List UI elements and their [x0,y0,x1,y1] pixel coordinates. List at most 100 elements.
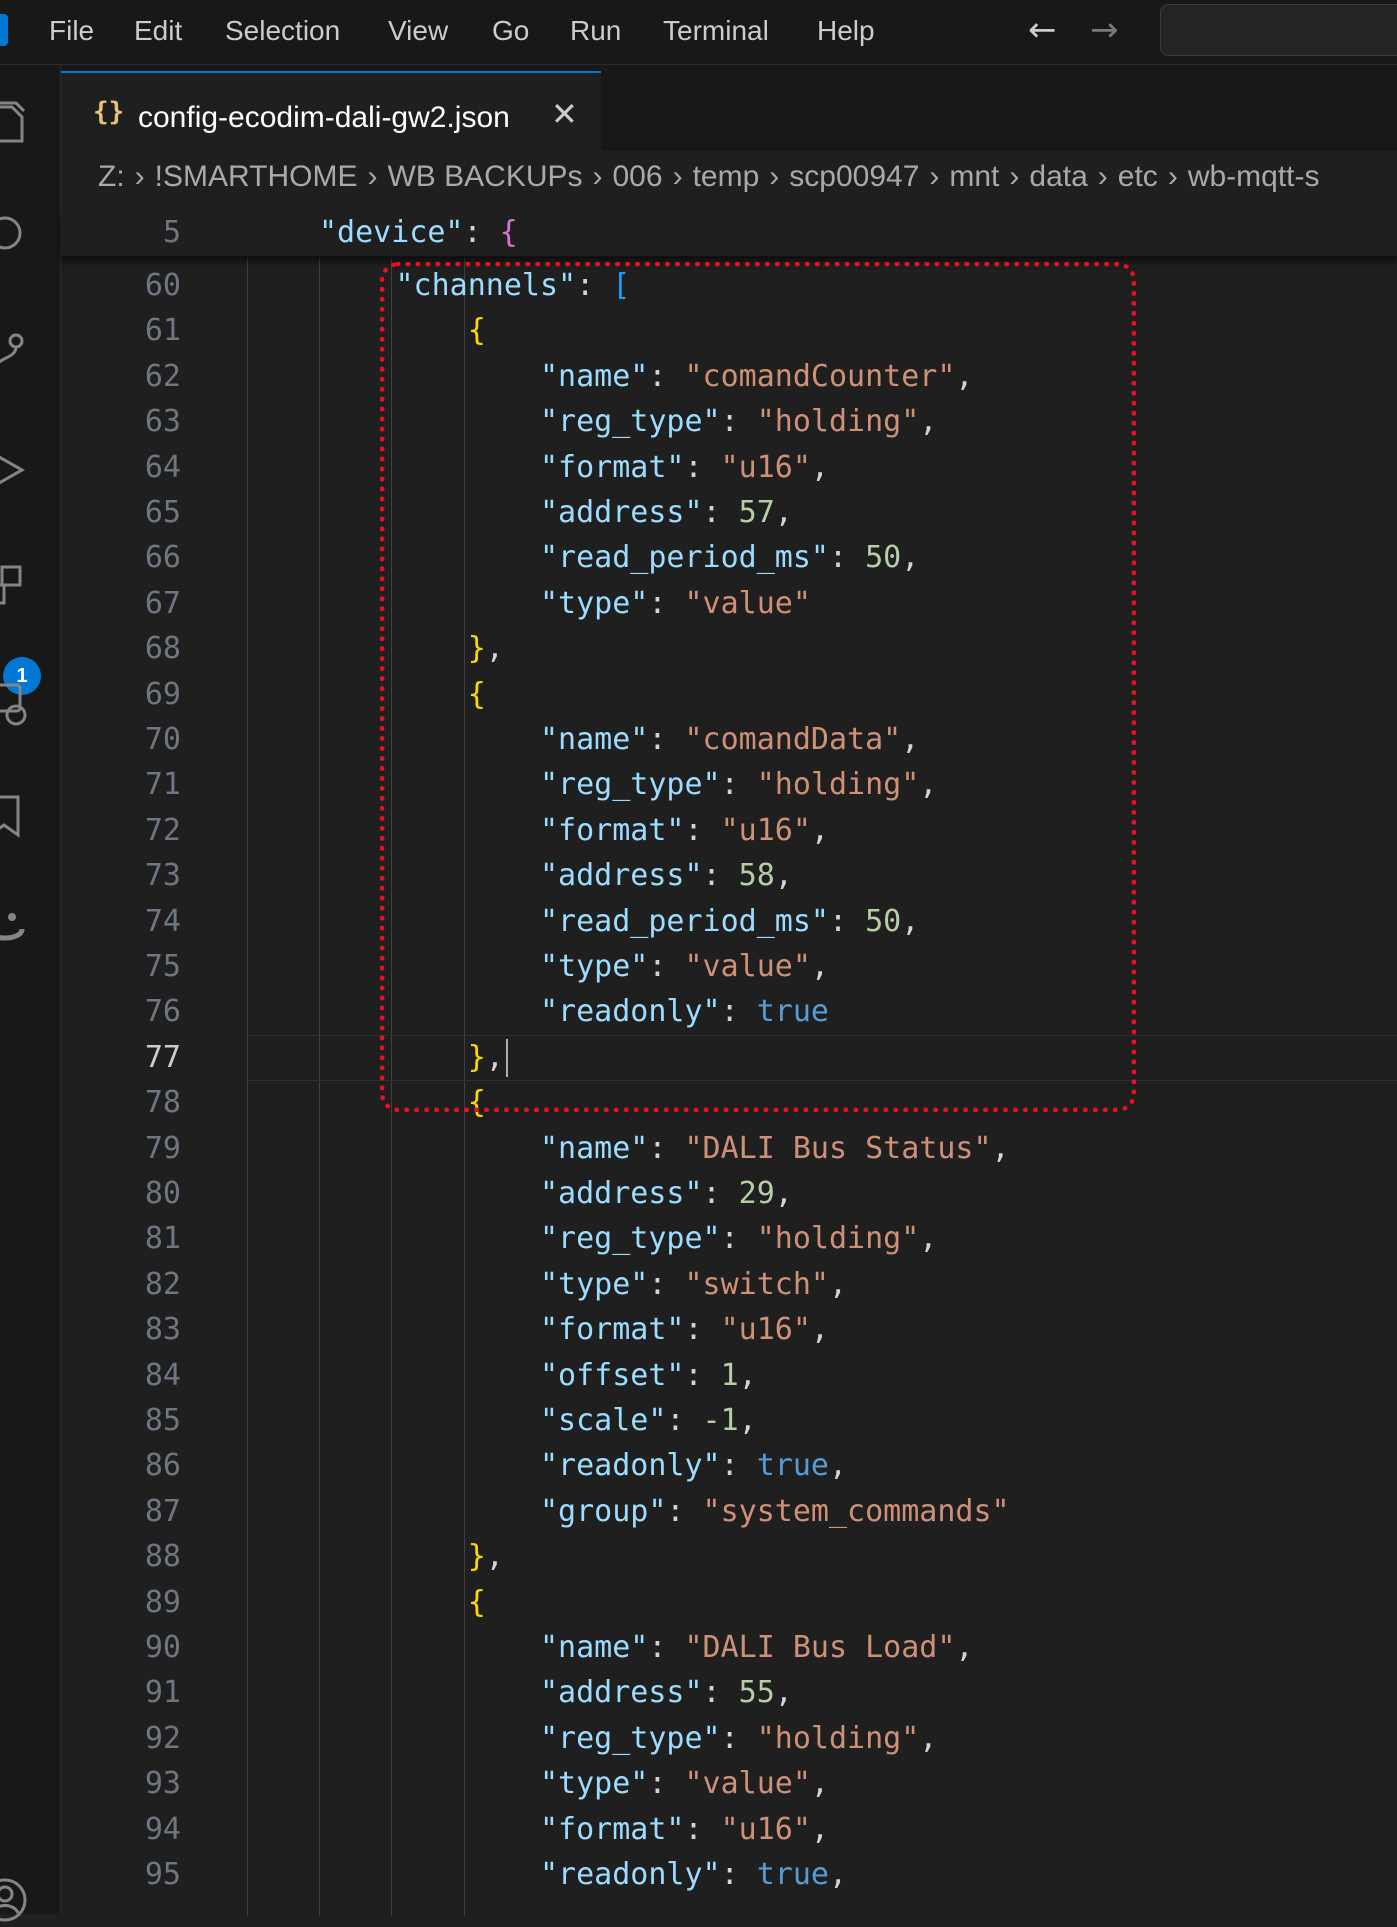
code-line[interactable]: 84 "offset": 1, [61,1353,1397,1399]
line-number: 69 [144,676,181,712]
line-number: 95 [144,1857,181,1892]
menu-file[interactable]: File [49,14,94,48]
source-control-icon[interactable] [0,329,28,375]
breadcrumb-item[interactable]: wb-mqtt-s [1188,160,1320,194]
explorer-icon[interactable] [0,101,28,147]
forward-arrow-icon[interactable]: → [1090,10,1119,50]
extensions-icon[interactable] [0,561,28,607]
line-number: 89 [144,1584,181,1620]
menu-run[interactable]: Run [570,14,621,48]
line-number: 67 [144,585,181,621]
line-number: 72 [144,812,181,848]
chevron-right-icon: › [1097,160,1108,193]
breadcrumb-item[interactable]: temp [693,160,760,194]
line-number: 93 [144,1766,181,1802]
line-code: "readonly": true, [539,1448,848,1484]
breadcrumb-item[interactable]: mnt [949,160,999,194]
code-line[interactable]: 87 "group": "system_commands" [61,1489,1397,1535]
menu-view[interactable]: View [388,14,448,48]
line-number: 85 [144,1403,181,1438]
line-number: 64 [144,449,181,485]
remote-explorer-icon[interactable] [0,681,28,727]
line-number: 78 [144,1085,181,1121]
line-number: 81 [144,1221,181,1257]
line-number: 63 [144,404,181,440]
close-icon[interactable]: ✕ [551,95,578,133]
search-icon[interactable] [0,213,28,259]
line-number: 87 [144,1493,181,1529]
line-code: "address": 55, [539,1675,793,1711]
code-line[interactable]: 94 "format": "u16", [61,1807,1397,1853]
code-line[interactable]: 81 "reg_type": "holding", [61,1216,1397,1262]
code-line[interactable]: 86 "readonly": true, [61,1443,1397,1489]
line-number: 82 [144,1266,181,1302]
line-code: "reg_type": "holding", [539,1221,938,1257]
line-number: 84 [144,1357,181,1393]
menu-terminal[interactable]: Terminal [663,14,769,48]
code-line[interactable]: 91 "address": 55, [61,1670,1397,1716]
breadcrumb-item[interactable]: 006 [613,160,663,194]
line-number: 90 [144,1630,181,1665]
line-code: }, [467,1539,504,1575]
code-line[interactable]: 79 "name": "DALI Bus Status", [61,1126,1397,1172]
json-file-icon: {} [93,97,125,127]
code-line[interactable]: 95 "readonly": true, [61,1852,1397,1898]
breadcrumb-item[interactable]: etc [1118,160,1158,194]
code-line[interactable]: 83 "format": "u16", [61,1307,1397,1353]
code-line[interactable]: 92 "reg_type": "holding", [61,1716,1397,1762]
code-line[interactable]: 82 "type": "switch", [61,1262,1397,1308]
line-number: 74 [144,903,181,939]
line-number: 68 [144,631,181,667]
line-code: "format": "u16", [539,1312,829,1348]
code-line[interactable]: 90 "name": "DALI Bus Load", [61,1625,1397,1671]
sticky-scroll-line[interactable]: 5 "device": { [61,210,1397,257]
copilot-icon[interactable] [0,905,28,951]
back-arrow-icon[interactable]: ← [1028,10,1057,50]
chevron-right-icon: › [1167,160,1178,193]
line-number: 91 [144,1675,181,1711]
code-line[interactable]: 80 "address": 29, [61,1171,1397,1217]
line-number: 83 [144,1312,181,1348]
code-line[interactable]: 89 { [61,1580,1397,1626]
breadcrumb-item[interactable]: WB BACKUPs [387,160,582,194]
line-number: 94 [144,1811,181,1847]
chevron-right-icon: › [769,160,780,193]
vscode-logo-icon [0,14,8,46]
line-number: 75 [144,949,181,984]
menu-edit[interactable]: Edit [134,14,182,48]
command-center-search[interactable] [1160,4,1397,56]
run-debug-icon[interactable] [0,447,28,493]
title-bar: File Edit Selection View Go Run Terminal… [0,0,1397,65]
breadcrumb-item[interactable]: Z: [98,160,125,194]
line-number: 76 [144,994,181,1030]
tab-label: config-ecodim-dali-gw2.json [138,101,510,134]
line-number: 5 [162,215,181,250]
bookmark-icon[interactable] [0,793,28,839]
line-code: "group": "system_commands" [539,1493,1010,1529]
line-number: 77 [144,1039,181,1075]
line-code: { [467,1584,486,1620]
menu-go[interactable]: Go [492,14,529,48]
account-icon[interactable] [0,1877,28,1923]
line-number: 88 [144,1539,181,1575]
breadcrumb-item[interactable]: scp00947 [789,160,919,194]
line-code: "name": "DALI Bus Load", [539,1630,974,1665]
tab-config-ecodim-dali-gw2[interactable]: {} config-ecodim-dali-gw2.json ✕ [61,71,601,153]
annotation-highlight-box [380,262,1136,1112]
line-code: "offset": 1, [539,1357,757,1393]
breadcrumb: Z: › !SMARTHOME › WB BACKUPs › 006 › temp › scp009… [98,160,1320,204]
line-code: "reg_type": "holding", [539,1720,938,1756]
line-code: "address": 29, [539,1176,793,1211]
menu-selection[interactable]: Selection [225,14,340,48]
breadcrumb-item[interactable]: data [1029,160,1087,194]
breadcrumb-item[interactable]: !SMARTHOME [155,160,358,194]
code-line[interactable]: 88}, [61,1534,1397,1580]
line-number: 80 [144,1176,181,1211]
code-line[interactable]: 93 "type": "value", [61,1761,1397,1807]
code-line[interactable]: 85 "scale": -1, [61,1398,1397,1444]
tab-bar: {} config-ecodim-dali-gw2.json ✕ [61,65,1397,153]
line-code: "type": "switch", [539,1266,848,1302]
menu-help[interactable]: Help [817,14,875,48]
chevron-right-icon: › [367,160,378,193]
line-code: "device": { [319,215,518,250]
